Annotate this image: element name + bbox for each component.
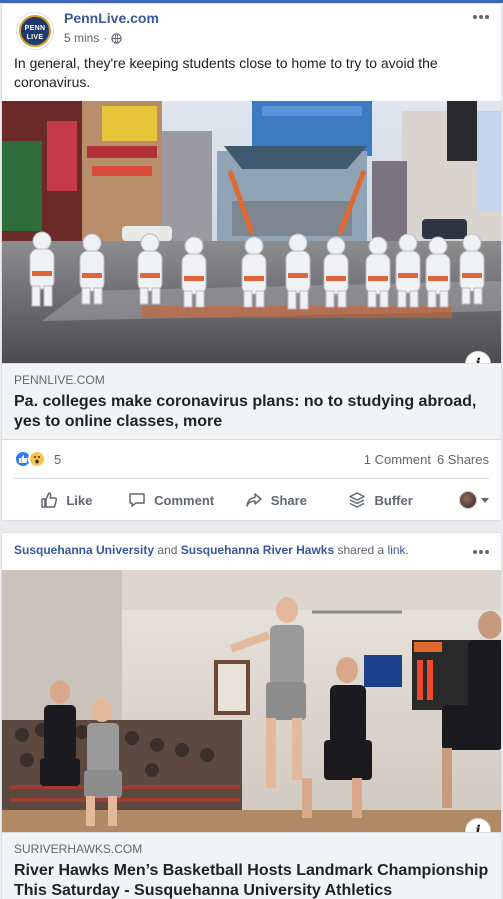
link-preview-image[interactable]: i	[2, 101, 501, 363]
share-count[interactable]: 6 Shares	[437, 452, 489, 467]
wow-reaction-icon	[28, 450, 46, 468]
thumbs-up-icon	[41, 492, 58, 508]
post-stats: 1 Comment 6 Shares	[364, 452, 489, 467]
comment-count[interactable]: 1 Comment	[364, 452, 431, 467]
comment-button[interactable]: Comment	[119, 483, 224, 517]
link-preview[interactable]: PENNLIVE.COM Pa. colleges make coronavir…	[2, 363, 501, 440]
page-name-link[interactable]: PennLive.com	[64, 10, 159, 26]
reaction-count[interactable]: 5	[54, 452, 61, 467]
like-label: Like	[66, 492, 93, 508]
feed-post: PENN LIVE PennLive.com 5 mins · In genera…	[1, 3, 502, 521]
more-options-icon[interactable]	[471, 545, 491, 559]
avatar-logo: PENN LIVE	[19, 15, 51, 47]
reactions-bar: 5 1 Comment 6 Shares	[14, 448, 489, 472]
comment-label: Comment	[154, 492, 215, 508]
and-text: and	[157, 543, 178, 557]
like-button[interactable]: Like	[14, 483, 119, 517]
comment-icon	[129, 493, 145, 507]
post-as-selector[interactable]	[433, 491, 489, 509]
share-header: Susquehanna University and Susquehanna R…	[14, 543, 461, 557]
more-options-icon[interactable]	[471, 10, 491, 24]
shared-link-word[interactable]: link.	[388, 543, 409, 557]
share-label: Share	[270, 492, 307, 508]
basketball-game-photo	[2, 570, 501, 832]
link-domain: PENNLIVE.COM	[14, 373, 105, 387]
link-title[interactable]: River Hawks Men’s Basketball Hosts Landm…	[14, 861, 491, 899]
street-disinfection-photo	[2, 101, 501, 363]
action-bar: Like Comment Share Buffer	[14, 482, 489, 518]
link-domain: SURIVERHAWKS.COM	[14, 842, 143, 856]
globe-icon[interactable]	[111, 32, 123, 44]
post-header: PENN LIVE PennLive.com 5 mins ·	[14, 10, 491, 54]
sharer-link-2[interactable]: Susquehanna River Hawks	[181, 543, 334, 557]
link-preview[interactable]: SURIVERHAWKS.COM River Hawks Men’s Baske…	[2, 832, 501, 899]
buffer-stack-icon	[349, 492, 366, 508]
share-arrow-icon	[246, 493, 262, 507]
feed-post: Susquehanna University and Susquehanna R…	[1, 532, 502, 899]
sharer-link-1[interactable]: Susquehanna University	[14, 543, 154, 557]
shared-text: shared a	[337, 543, 385, 557]
reaction-icons[interactable]	[14, 450, 46, 468]
divider	[14, 478, 489, 479]
link-title[interactable]: Pa. colleges make coronavirus plans: no …	[14, 392, 491, 432]
user-avatar	[459, 491, 477, 509]
meta-separator: ·	[103, 31, 108, 45]
share-button[interactable]: Share	[224, 483, 329, 517]
buffer-label: Buffer	[374, 492, 413, 508]
link-preview-image[interactable]: i	[2, 570, 501, 832]
post-text: In general, they're keeping students clo…	[14, 55, 438, 90]
chevron-down-icon	[481, 497, 489, 503]
post-timestamp[interactable]: 5 mins	[64, 31, 99, 45]
post-meta: 5 mins ·	[64, 31, 123, 45]
page-avatar[interactable]: PENN LIVE	[16, 12, 54, 50]
buffer-button[interactable]: Buffer	[328, 483, 433, 517]
